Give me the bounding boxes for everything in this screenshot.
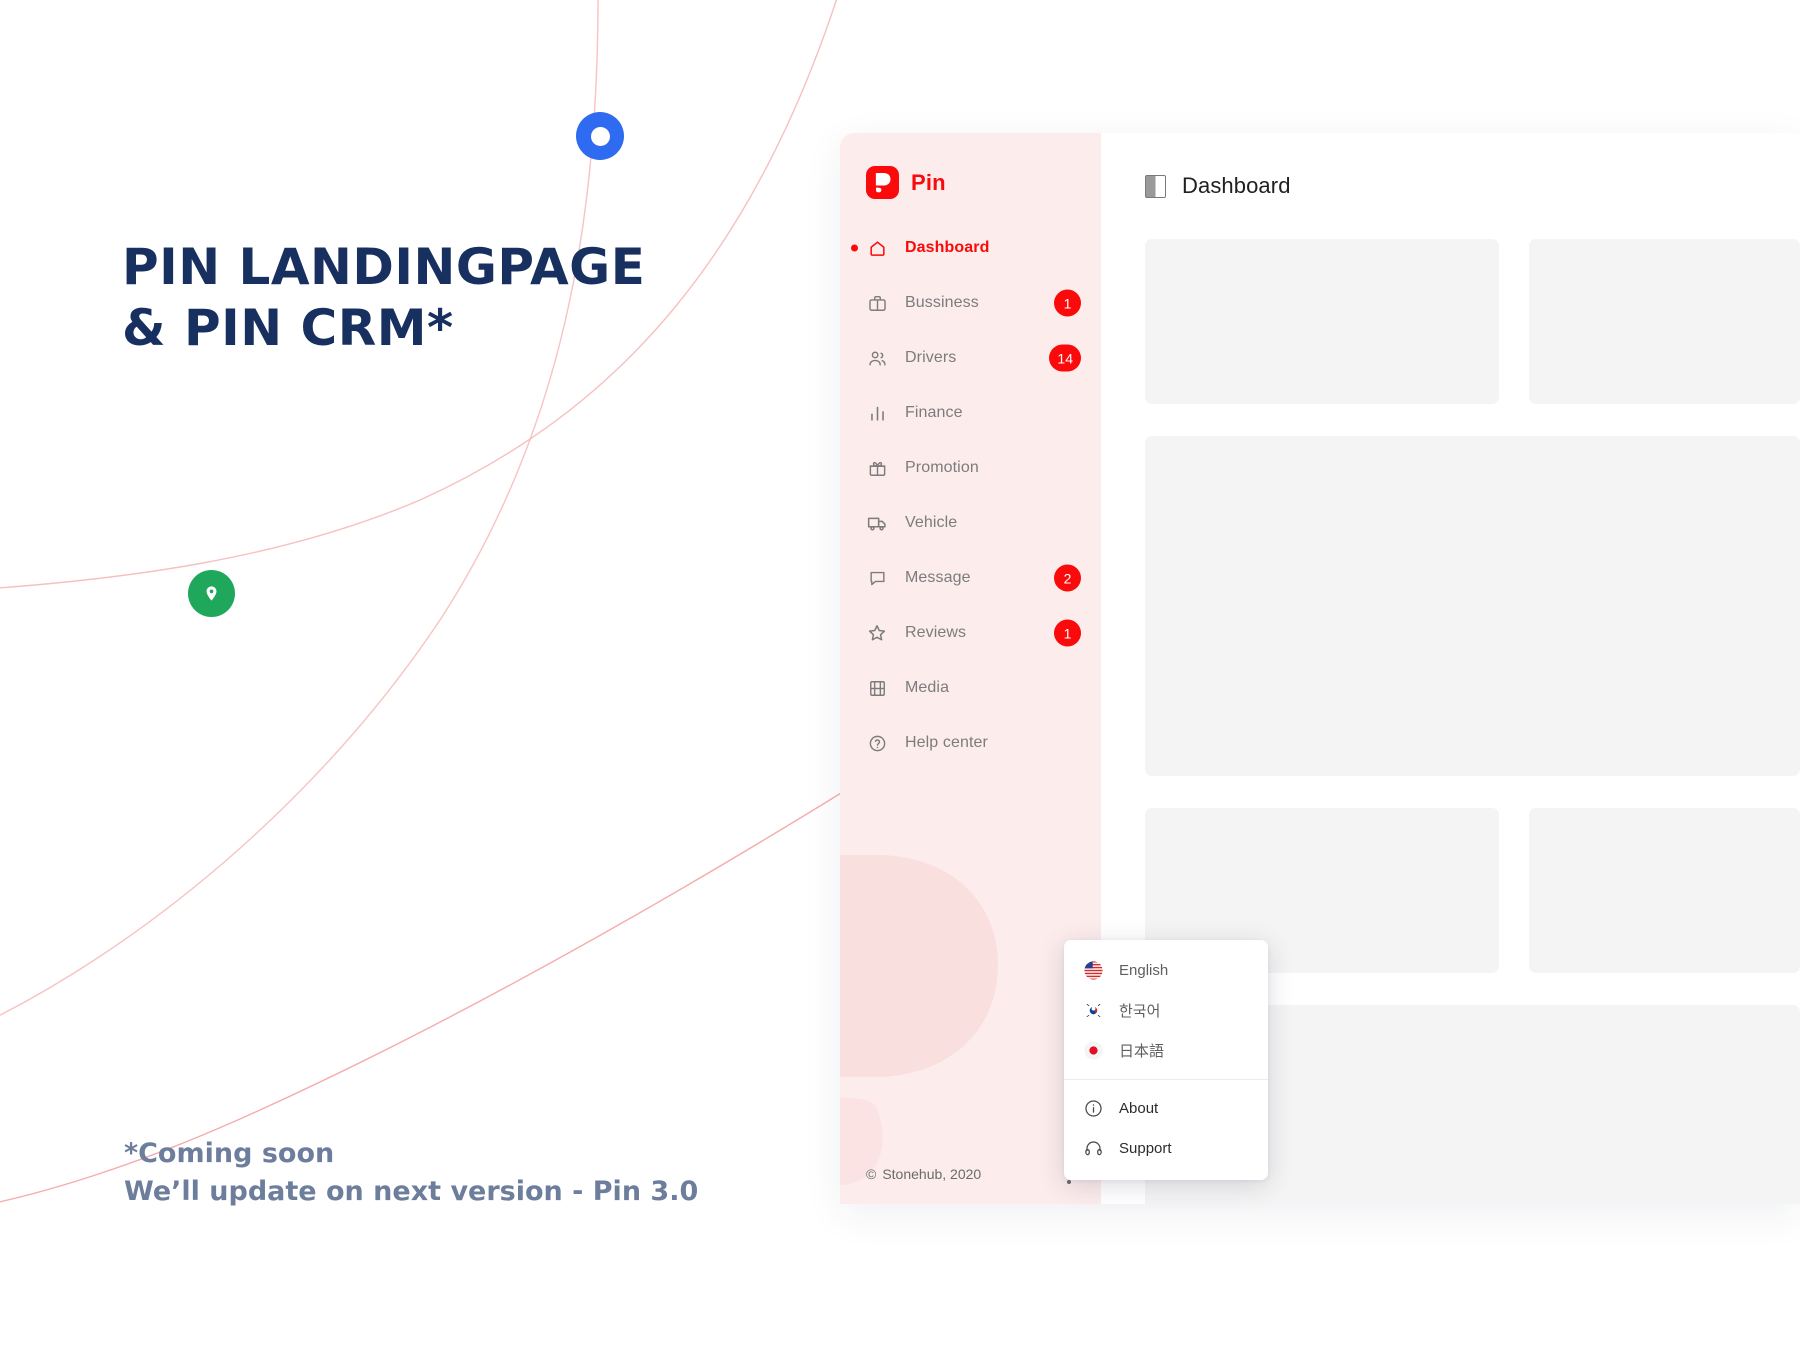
- dropdown-item-label: English: [1119, 961, 1169, 979]
- active-indicator-dot: [851, 244, 858, 252]
- page-heading: Dashboard: [1182, 173, 1291, 198]
- pin-logo-icon: [866, 166, 899, 199]
- dropdown-item-english[interactable]: English: [1064, 950, 1268, 990]
- info-circle-icon: [1085, 1099, 1102, 1117]
- sidebar-item-label: Vehicle: [905, 514, 958, 531]
- skeleton-card: [1529, 808, 1800, 973]
- sidebar-item-finance[interactable]: Finance: [840, 398, 1101, 428]
- sidebar-item-drivers[interactable]: Drivers 14: [840, 343, 1101, 373]
- sidebar-item-label: Promotion: [905, 459, 979, 476]
- note-line-2: We’ll update on next version - Pin 3.0: [124, 1176, 699, 1208]
- sidebar-item-label: Message: [905, 569, 971, 586]
- sidebar-item-media[interactable]: Media: [840, 673, 1101, 703]
- chat-icon: [866, 567, 888, 589]
- app-window: Pin Dashboard Bussiness 1 Drivers 14 Fin…: [840, 133, 1800, 1204]
- sidebar-brand[interactable]: Pin: [866, 166, 946, 199]
- dropdown-item-label: About: [1119, 1099, 1159, 1117]
- sidebar-item-bussiness[interactable]: Bussiness 1: [840, 288, 1101, 318]
- sidebar-item-vehicle[interactable]: Vehicle: [840, 508, 1101, 538]
- headline-line-1: PIN LANDINGPAGE: [122, 238, 646, 296]
- dropdown-item-label: 한국어: [1119, 1002, 1161, 1020]
- kebab-dot: [1067, 1180, 1071, 1184]
- truck-icon: [866, 512, 888, 534]
- sidebar-toggle-icon[interactable]: [1145, 174, 1166, 198]
- page-title: PIN LANDINGPAGE & PIN CRM*: [122, 237, 762, 359]
- dropdown-divider: [1064, 1079, 1268, 1080]
- skeleton-row: [1145, 239, 1800, 404]
- brand-name: Pin: [911, 169, 946, 195]
- headline-line-2: & PIN CRM*: [122, 299, 454, 357]
- headset-icon: [1085, 1140, 1102, 1155]
- sidebar-item-message[interactable]: Message 2: [840, 563, 1101, 593]
- dropdown-item-korean[interactable]: 한국어: [1064, 990, 1268, 1030]
- sidebar-item-label: Dashboard: [905, 239, 990, 256]
- sidebar-item-label: Finance: [905, 404, 963, 421]
- sidebar-nav: Dashboard Bussiness 1 Drivers 14 Finance…: [840, 233, 1101, 783]
- skeleton-card: [1529, 239, 1800, 404]
- sidebar-badge: 14: [1049, 344, 1081, 372]
- film-icon: [866, 677, 888, 699]
- page-root: PIN LANDINGPAGE & PIN CRM* *Coming soon …: [0, 0, 1800, 1360]
- circle-donut-icon: [590, 126, 610, 146]
- sidebar-item-label: Bussiness: [905, 294, 979, 311]
- coming-soon-note: *Coming soon We’ll update on next versio…: [124, 1135, 824, 1212]
- sidebar-item-dashboard[interactable]: Dashboard: [840, 233, 1101, 263]
- sidebar-item-label: Reviews: [905, 624, 967, 641]
- sidebar-item-reviews[interactable]: Reviews 1: [840, 618, 1101, 648]
- language-dropdown-menu: English 한국어 日本語 About Support: [1064, 940, 1268, 1180]
- sidebar-item-label: Drivers: [905, 349, 957, 366]
- skeleton-card: [1145, 239, 1500, 404]
- dropdown-item-label: 日本語: [1119, 1042, 1165, 1060]
- sidebar-badge: 1: [1054, 619, 1081, 647]
- gift-icon: [866, 457, 888, 479]
- home-icon: [866, 237, 888, 259]
- copyright: © Stonehub, 2020: [866, 1166, 981, 1182]
- skeleton-card: [1145, 436, 1800, 776]
- copyright-text: Stonehub, 2020: [882, 1166, 982, 1182]
- sidebar: Pin Dashboard Bussiness 1 Drivers 14 Fin…: [840, 133, 1101, 1204]
- briefcase-icon: [866, 292, 888, 314]
- sidebar-badge: 2: [1054, 564, 1081, 592]
- bar-chart-icon: [866, 402, 888, 424]
- main-header: Dashboard: [1101, 133, 1800, 199]
- sidebar-item-label: Media: [905, 679, 950, 696]
- note-line-1: *Coming soon: [124, 1138, 335, 1169]
- dropdown-item-japanese[interactable]: 日本語: [1064, 1030, 1268, 1070]
- sidebar-item-label: Help center: [905, 734, 988, 751]
- sidebar-footer: © Stonehub, 2020: [840, 1144, 1101, 1204]
- flag-jp-icon: [1084, 1040, 1103, 1060]
- sidebar-badge: 1: [1054, 289, 1081, 317]
- flag-kr-icon: [1084, 1000, 1103, 1020]
- sidebar-item-promotion[interactable]: Promotion: [840, 453, 1101, 483]
- flag-us-icon: [1084, 960, 1103, 980]
- skeleton-row: [1145, 436, 1800, 776]
- dropdown-item-support[interactable]: Support: [1064, 1128, 1268, 1168]
- dropdown-item-label: Support: [1119, 1139, 1172, 1157]
- star-icon: [866, 622, 888, 644]
- copyright-symbol: ©: [866, 1166, 877, 1182]
- sidebar-item-help-center[interactable]: Help center: [840, 728, 1101, 758]
- question-circle-icon: [866, 732, 888, 754]
- blue-dot-marker: [576, 112, 624, 160]
- green-pin-marker: [188, 570, 235, 617]
- dropdown-item-about[interactable]: About: [1064, 1088, 1268, 1128]
- map-pin-icon: [206, 586, 217, 601]
- users-icon: [866, 347, 888, 369]
